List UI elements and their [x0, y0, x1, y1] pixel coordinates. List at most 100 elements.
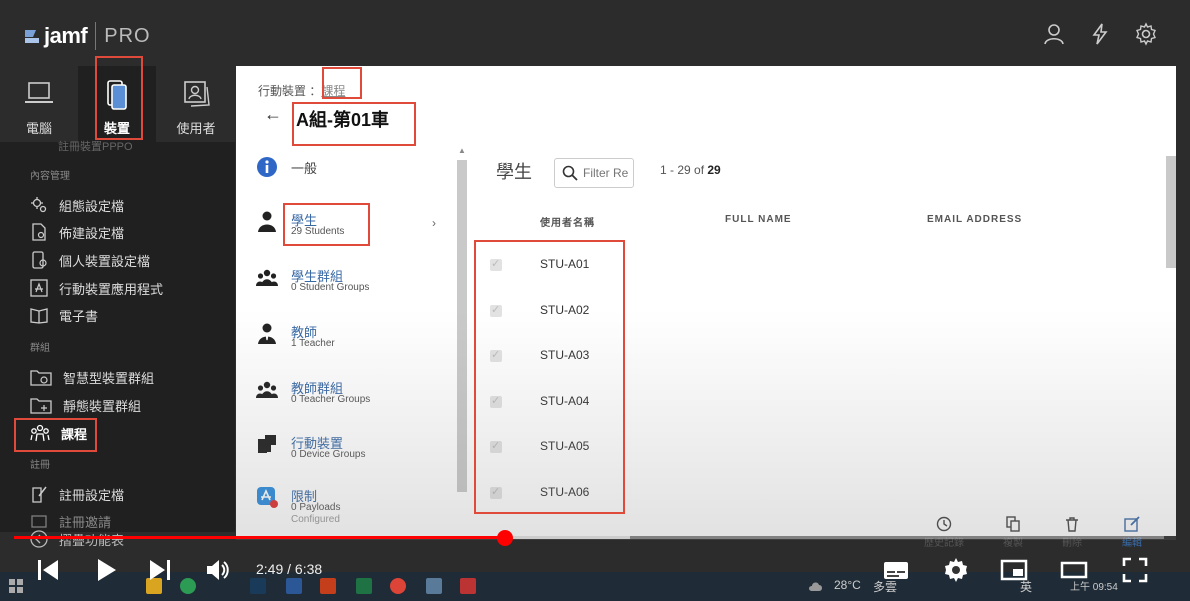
history-icon [936, 516, 952, 532]
delete-button[interactable]: 刪除 [1052, 516, 1092, 549]
play-icon[interactable] [92, 556, 120, 584]
row-username: STU-A04 [540, 394, 590, 408]
teacher-icon [258, 323, 276, 344]
section-list-scrollbar[interactable] [457, 160, 467, 492]
section-subtitle: 0 Device Groups [291, 449, 366, 460]
mobile-device-icon [107, 80, 127, 110]
section-subtitle: 1 Teacher [291, 338, 335, 349]
progress-played [14, 536, 505, 539]
sidebar-item-label: 行動裝置應用程式 [59, 281, 164, 297]
table-row[interactable]: STU-A05 [490, 439, 1050, 459]
page-title: A組-第01車 [296, 110, 390, 130]
history-button[interactable]: 歷史記錄 [924, 516, 964, 549]
tab-devices[interactable]: 裝置 [78, 66, 156, 142]
table-row[interactable]: STU-A04 [490, 394, 1050, 414]
row-checkbox[interactable] [490, 303, 502, 317]
clone-label: 複製 [1003, 538, 1023, 549]
app-icon[interactable] [250, 578, 266, 594]
table-scrollbar[interactable] [1166, 156, 1176, 268]
progress-scrubber[interactable] [497, 530, 513, 546]
section-subtitle: 0 Teacher Groups [291, 394, 371, 405]
app-icon-2[interactable] [426, 578, 442, 594]
collapse-menu[interactable]: 摺疊功能表 [30, 528, 124, 550]
sidebar-item-provisioning-profiles[interactable]: 佈建設定檔 [30, 221, 124, 243]
weather-temp: 28°C [834, 578, 861, 592]
users-card-icon [184, 81, 210, 107]
table-row[interactable]: STU-A02 [490, 303, 1050, 323]
column-header-full-name[interactable]: FULL NAME [725, 214, 792, 225]
row-checkbox[interactable] [490, 485, 502, 499]
settings-gear-icon[interactable] [942, 556, 970, 584]
class-section-list: 一般 學生 29 Students › 學生群組 0 Student Group… [236, 144, 466, 536]
table-row[interactable]: STU-A03 [490, 348, 1050, 368]
static-group-folder-icon [30, 398, 52, 414]
section-teachers[interactable]: 教師 1 Teacher [256, 322, 446, 356]
search-icon [562, 165, 578, 181]
cloud-icon [809, 582, 822, 591]
breadcrumb-link-classes[interactable]: 課程 [321, 84, 345, 98]
breadcrumb-prefix: 行動裝置 ： [258, 84, 322, 98]
section-mobile-devices[interactable]: 行動裝置 0 Device Groups [256, 433, 446, 467]
sidebar-item-label: 智慧型裝置群組 [63, 370, 155, 386]
sidebar-item-label: 註冊設定檔 [59, 487, 125, 503]
app-icon-3[interactable] [460, 578, 476, 594]
sidebar-item-enrollment-profiles[interactable]: 註冊設定檔 [30, 483, 124, 505]
clone-button[interactable]: 複製 [993, 516, 1033, 549]
sidebar-item-smart-device-groups[interactable]: 智慧型裝置群組 [30, 366, 154, 388]
table-row[interactable]: STU-A01 [490, 257, 1050, 277]
line-app-icon[interactable] [180, 578, 196, 594]
section-teacher-groups[interactable]: 教師群組 0 Teacher Groups [256, 378, 446, 412]
sidebar-clipped-item[interactable]: 註冊裝置PPPO [58, 138, 133, 154]
tab-users-label: 使用者 [176, 121, 216, 136]
row-checkbox[interactable] [490, 348, 502, 362]
brand-product: PRO [104, 24, 151, 47]
results-count: 1 - 29 of 29 [660, 163, 721, 177]
document-gear-icon [32, 223, 46, 241]
gear-icon[interactable] [1134, 22, 1158, 46]
miniplayer-icon[interactable] [1000, 556, 1028, 584]
chrome-icon[interactable] [390, 578, 406, 594]
user-icon[interactable] [1042, 22, 1066, 46]
volume-icon[interactable] [204, 556, 232, 584]
lightning-icon[interactable] [1088, 22, 1112, 46]
table-row[interactable]: STU-A06 [490, 485, 1050, 505]
tab-computers[interactable]: 電腦 [0, 66, 78, 142]
results-total: 29 [707, 163, 721, 177]
word-icon[interactable] [286, 578, 302, 594]
edit-button[interactable]: 編輯 [1112, 516, 1152, 549]
sidebar-item-ebooks[interactable]: 電子書 [30, 304, 98, 326]
sidebar-item-static-device-groups[interactable]: 靜態裝置群組 [30, 394, 141, 416]
jamf-logo-icon [25, 30, 39, 43]
row-checkbox[interactable] [490, 439, 502, 453]
sidebar-item-label: 電子書 [59, 308, 99, 324]
laptop-icon [25, 82, 53, 103]
back-arrow-icon[interactable]: ← [264, 104, 282, 125]
theater-mode-icon[interactable] [1060, 556, 1088, 584]
next-icon[interactable] [146, 556, 174, 584]
section-students[interactable]: 學生 29 Students › [256, 210, 446, 244]
section-general[interactable]: 一般 [256, 156, 446, 186]
subtitles-icon[interactable] [882, 556, 910, 584]
row-checkbox[interactable] [490, 394, 502, 408]
previous-icon[interactable] [34, 556, 62, 584]
edit-label: 編輯 [1122, 538, 1142, 549]
row-checkbox[interactable] [490, 257, 502, 271]
scroll-up-arrow-icon[interactable]: ▲ [458, 146, 466, 155]
column-header-email[interactable]: EMAIL ADDRESS [927, 214, 1022, 225]
fullscreen-icon[interactable] [1121, 556, 1149, 584]
powerpoint-icon[interactable] [320, 578, 336, 594]
sidebar-item-classes[interactable]: 課程 [30, 422, 87, 444]
section-student-groups[interactable]: 學生群組 0 Student Groups [256, 266, 446, 300]
jamf-logo[interactable]: jamf PRO [24, 22, 151, 50]
main-panel: 行動裝置 ：課程 ← A組-第01車 一般 學生 29 Students › 學… [236, 66, 1176, 549]
sidebar-item-configuration-profiles[interactable]: 組態設定檔 [30, 194, 124, 216]
tab-users[interactable]: 使用者 [157, 66, 235, 142]
sidebar-item-personal-device-profiles[interactable]: 個人裝置設定檔 [30, 249, 150, 271]
students-heading: 學生 [496, 162, 532, 182]
delete-label: 刪除 [1062, 538, 1082, 549]
sidebar-item-mobile-apps[interactable]: 行動裝置應用程式 [30, 277, 163, 299]
windows-start-icon[interactable] [8, 578, 24, 594]
excel-icon[interactable] [356, 578, 372, 594]
column-header-username[interactable]: 使用者名稱 [540, 214, 595, 229]
edit-document-icon [32, 486, 47, 503]
